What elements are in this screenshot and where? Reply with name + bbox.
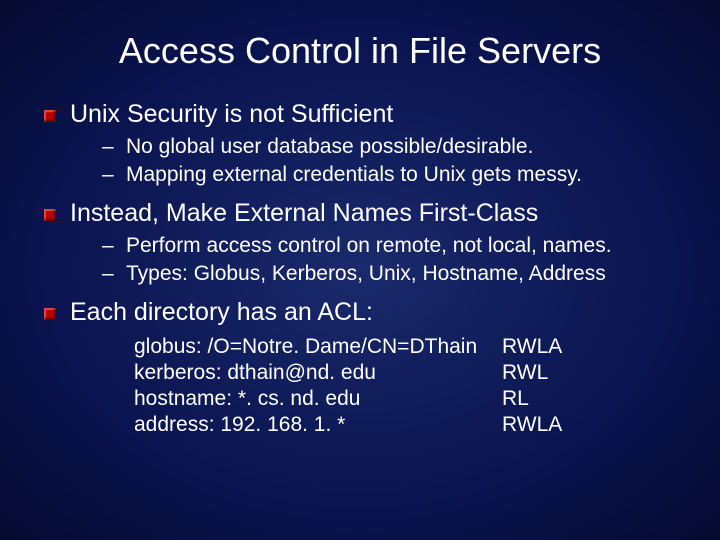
bullet-item: Unix Security is not Sufficient No globa… <box>40 100 680 187</box>
sub-item: Types: Globus, Kerberos, Unix, Hostname,… <box>70 262 680 286</box>
bullet-item: Instead, Make External Names First-Class… <box>40 199 680 286</box>
acl-row: hostname: *. cs. nd. edu RL <box>134 387 680 411</box>
acl-name: hostname: *. cs. nd. edu <box>134 387 494 411</box>
acl-row: address: 192. 168. 1. * RWLA <box>134 413 680 437</box>
acl-perm: RWLA <box>502 413 562 437</box>
acl-row: kerberos: dthain@nd. edu RWL <box>134 361 680 385</box>
slide: Access Control in File Servers Unix Secu… <box>0 0 720 540</box>
sub-list: No global user database possible/desirab… <box>70 135 680 187</box>
sub-item: No global user database possible/desirab… <box>70 135 680 159</box>
sub-list: Perform access control on remote, not lo… <box>70 234 680 286</box>
acl-block: globus: /O=Notre. Dame/CN=DThain RWLA ke… <box>134 335 680 437</box>
bullet-item: Each directory has an ACL: globus: /O=No… <box>40 298 680 437</box>
acl-name: globus: /O=Notre. Dame/CN=DThain <box>134 335 494 359</box>
slide-title: Access Control in File Servers <box>40 30 680 72</box>
bullet-text: Each directory has an ACL: <box>70 298 373 326</box>
sub-item: Mapping external credentials to Unix get… <box>70 163 680 187</box>
acl-row: globus: /O=Notre. Dame/CN=DThain RWLA <box>134 335 680 359</box>
bullet-list: Unix Security is not Sufficient No globa… <box>40 100 680 437</box>
bullet-text: Unix Security is not Sufficient <box>70 100 393 128</box>
sub-item: Perform access control on remote, not lo… <box>70 234 680 258</box>
acl-name: address: 192. 168. 1. * <box>134 413 494 437</box>
bullet-text: Instead, Make External Names First-Class <box>70 199 538 227</box>
acl-perm: RWLA <box>502 335 562 359</box>
acl-perm: RWL <box>502 361 548 385</box>
acl-perm: RL <box>502 387 529 411</box>
acl-name: kerberos: dthain@nd. edu <box>134 361 494 385</box>
